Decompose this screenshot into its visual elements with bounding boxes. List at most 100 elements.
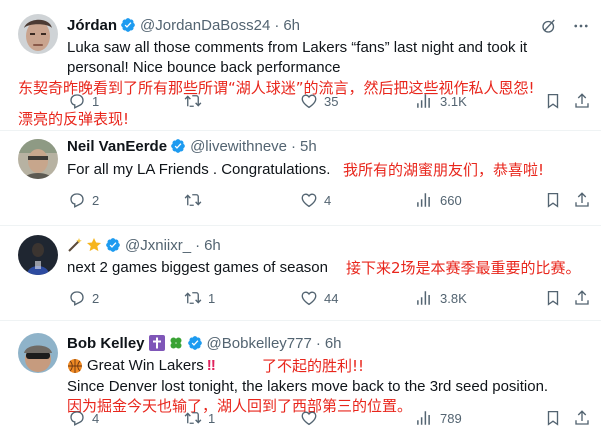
reply-icon <box>68 289 86 307</box>
translation-annotation: 接下来2场是本赛季最重要的比赛。 <box>346 259 581 277</box>
views-count: 3.1K <box>440 93 467 109</box>
tweet[interactable]: Neil VanEerde @livewithneve · 5h For all… <box>0 131 601 225</box>
like-icon <box>300 92 318 110</box>
retweet-icon <box>184 289 202 307</box>
tweet[interactable]: Jórdan @JordanDaBoss24 · 6h Luka saw all… <box>0 0 601 130</box>
timestamp[interactable]: 6h <box>204 237 221 254</box>
retweet-icon <box>184 409 202 427</box>
share-icon[interactable] <box>573 409 591 427</box>
share-icon[interactable] <box>573 92 591 110</box>
reply-count: 4 <box>92 410 100 426</box>
like-count: 44 <box>324 290 339 306</box>
user-handle[interactable]: @livewithneve <box>190 138 287 155</box>
bookmark-icon[interactable] <box>544 92 562 110</box>
reply-count: 2 <box>92 290 100 306</box>
tweet-text-line: Luka saw all those comments from Lakers … <box>67 39 528 56</box>
tweet-text-line: Since Denver lost tonight, the lakers mo… <box>67 378 549 395</box>
retweet-button[interactable] <box>184 92 208 110</box>
timestamp[interactable]: 5h <box>300 138 317 155</box>
views-count: 789 <box>440 410 462 426</box>
views-icon <box>416 191 434 209</box>
reply-count: 2 <box>92 192 100 208</box>
reply-icon <box>68 191 86 209</box>
views-icon <box>416 92 434 110</box>
user-handle[interactable]: @Jxniixr_ <box>125 237 191 254</box>
reply-icon <box>68 92 86 110</box>
views-count: 3.8K <box>440 290 467 306</box>
share-icon[interactable] <box>573 289 591 307</box>
share-icon[interactable] <box>573 191 591 209</box>
separator-dot: · <box>274 16 280 34</box>
verified-badge-icon <box>187 335 203 351</box>
tweet-text-line: Great Win Lakers <box>87 357 204 374</box>
more-icon[interactable] <box>571 17 591 35</box>
avatar[interactable] <box>18 139 58 179</box>
star-emoji-icon <box>86 237 102 253</box>
views-button[interactable]: 660 <box>416 191 462 209</box>
avatar[interactable] <box>18 235 58 275</box>
verified-badge-icon <box>105 237 121 253</box>
like-button[interactable]: 44 <box>300 289 338 307</box>
user-handle[interactable]: @JordanDaBoss24 <box>140 17 270 34</box>
like-icon <box>300 409 318 427</box>
reply-count: 1 <box>92 93 100 109</box>
avatar[interactable] <box>18 333 58 373</box>
reply-icon <box>68 409 86 427</box>
like-button[interactable] <box>300 409 324 427</box>
reply-button[interactable]: 1 <box>68 92 99 110</box>
views-button[interactable]: 3.8K <box>416 289 467 307</box>
grok-icon[interactable] <box>540 17 558 35</box>
retweet-button[interactable]: 1 <box>184 289 215 307</box>
display-name[interactable]: Neil VanEerde <box>67 138 167 155</box>
double-exclamation-emoji-icon: ‼ <box>206 357 216 374</box>
bookmark-icon[interactable] <box>544 191 562 209</box>
views-icon <box>416 409 434 427</box>
views-button[interactable]: 789 <box>416 409 462 427</box>
translation-annotation: 漂亮的反弹表现! <box>18 110 130 128</box>
separator-dot: · <box>315 334 321 352</box>
clover-emoji-icon <box>168 335 184 351</box>
reply-button[interactable]: 2 <box>68 191 99 209</box>
like-icon <box>300 289 318 307</box>
retweet-count: 1 <box>208 410 216 426</box>
retweet-button[interactable] <box>184 191 208 209</box>
separator-dot: · <box>195 236 201 254</box>
translation-annotation: 我所有的湖蜜朋友们，恭喜啦! <box>343 161 545 179</box>
retweet-button[interactable]: 1 <box>184 409 215 427</box>
tweet[interactable]: @Jxniixr_ · 6h next 2 games biggest game… <box>0 226 601 320</box>
cross-emoji-icon <box>148 335 165 351</box>
verified-badge-icon <box>120 17 136 33</box>
translation-annotation: 因为掘金今天也输了，湖人回到了西部第三的位置。 <box>67 397 413 415</box>
reply-button[interactable]: 2 <box>68 289 99 307</box>
retweet-count: 1 <box>208 290 216 306</box>
timestamp[interactable]: 6h <box>325 335 342 352</box>
like-icon <box>300 191 318 209</box>
views-button[interactable]: 3.1K <box>416 92 467 110</box>
avatar[interactable] <box>18 14 58 54</box>
tweet-text-line: personal! Nice bounce back performance <box>67 59 341 76</box>
wand-emoji-icon <box>67 237 83 253</box>
like-count: 35 <box>324 93 339 109</box>
like-count: 4 <box>324 192 332 208</box>
verified-badge-icon <box>170 138 186 154</box>
display-name[interactable]: Bob Kelley <box>67 335 145 352</box>
tweet-text-line-container: Great Win Lakers ‼ <box>67 356 216 376</box>
bookmark-icon[interactable] <box>544 409 562 427</box>
translation-annotation: 了不起的胜利!! <box>262 357 365 375</box>
basketball-emoji-icon <box>67 358 83 374</box>
user-handle[interactable]: @Bobkelley777 <box>207 335 312 352</box>
like-button[interactable]: 35 <box>300 92 338 110</box>
tweet-text-line: For all my LA Friends . Congratulations. <box>67 161 331 178</box>
like-button[interactable]: 4 <box>300 191 331 209</box>
views-count: 660 <box>440 192 462 208</box>
display-name[interactable]: Jórdan <box>67 17 117 34</box>
timestamp[interactable]: 6h <box>283 17 300 34</box>
views-icon <box>416 289 434 307</box>
tweet-text-line: next 2 games biggest games of season <box>67 259 328 276</box>
tweet[interactable]: Bob Kelley @Bobkelley777 · 6h Great Win … <box>0 321 601 442</box>
separator-dot: · <box>291 137 296 155</box>
retweet-icon <box>184 92 202 110</box>
reply-button[interactable]: 4 <box>68 409 99 427</box>
retweet-icon <box>184 191 202 209</box>
bookmark-icon[interactable] <box>544 289 562 307</box>
